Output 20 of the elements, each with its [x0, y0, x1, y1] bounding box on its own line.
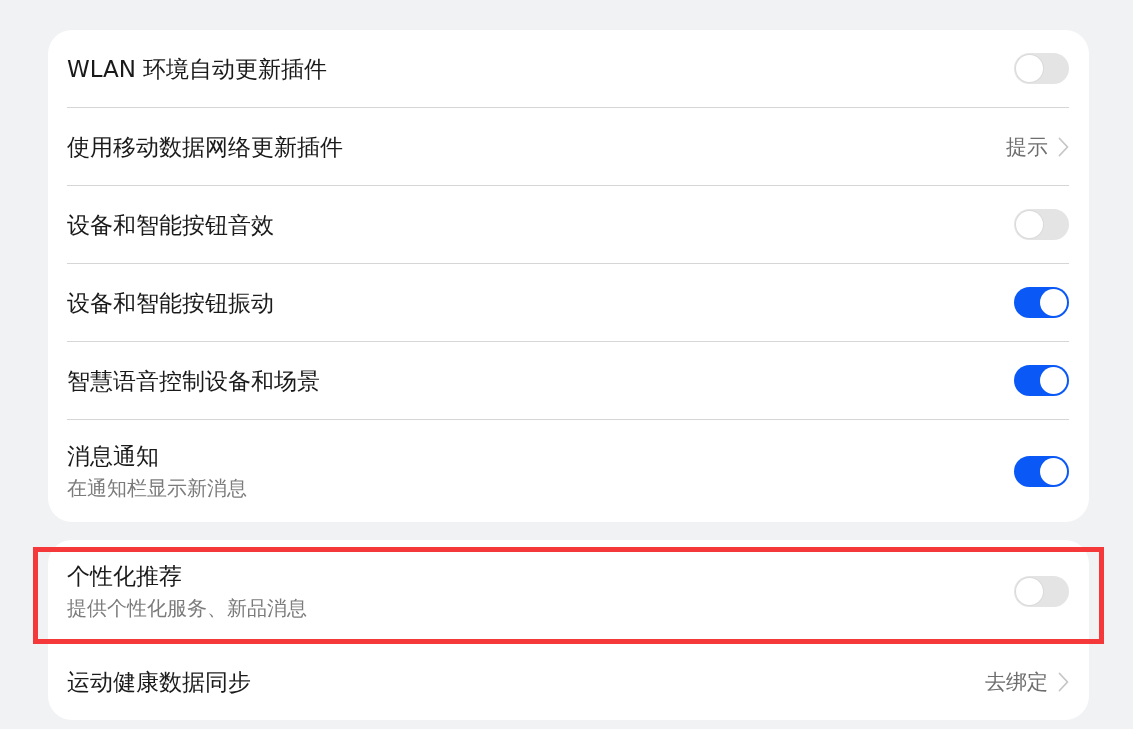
toggle-switch[interactable]: [1014, 455, 1069, 487]
setting-title: 运动健康数据同步: [67, 667, 251, 697]
setting-title: 设备和智能按钮振动: [67, 288, 274, 318]
setting-title: 使用移动数据网络更新插件: [67, 132, 343, 162]
setting-title: 智慧语音控制设备和场景: [67, 366, 320, 396]
setting-title: 消息通知: [67, 442, 160, 471]
setting-description: 提供个性化服务、新品消息: [67, 595, 307, 621]
setting-value[interactable]: 提示: [1006, 132, 1048, 161]
toggle-switch[interactable]: [1014, 287, 1069, 318]
toggle-switch[interactable]: [1014, 365, 1069, 396]
setting-title: WLAN 环境自动更新插件: [67, 54, 328, 84]
toggle-switch[interactable]: [1014, 53, 1069, 84]
setting-value[interactable]: 去绑定: [985, 667, 1048, 696]
chevron-right-icon: [1058, 136, 1069, 157]
toggle-switch[interactable]: [1014, 209, 1069, 240]
setting-title: 个性化推荐: [67, 562, 183, 591]
chevron-right-icon: [1058, 671, 1069, 692]
toggle-switch[interactable]: [1014, 575, 1069, 607]
setting-title: 设备和智能按钮音效: [67, 210, 274, 240]
setting-description: 在通知栏显示新消息: [67, 475, 247, 501]
